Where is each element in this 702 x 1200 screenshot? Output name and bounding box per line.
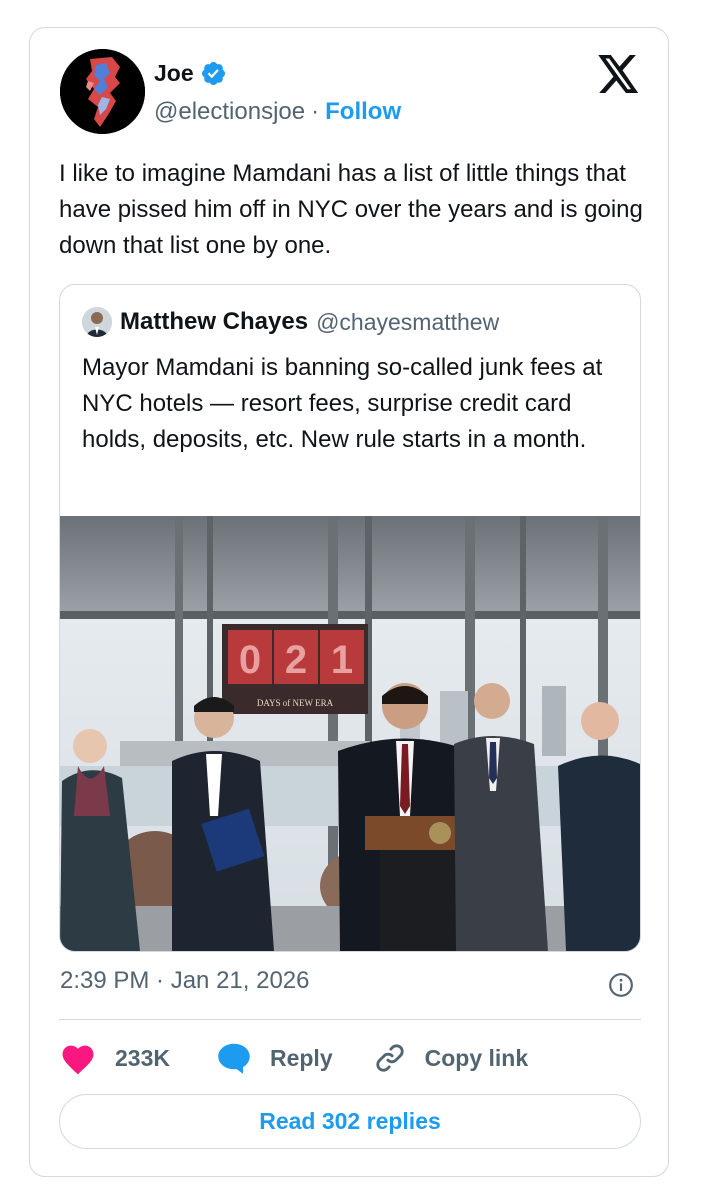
sign-digit: 0: [239, 638, 261, 682]
sign-digit: 2: [285, 638, 307, 682]
embedded-tweet-card: Joe @electionsjoe · Follow I like to ima…: [29, 27, 669, 1177]
action-bar: 233K Reply Copy link: [59, 1038, 528, 1078]
like-count: 233K: [115, 1044, 170, 1071]
tweet-text: I like to imagine Mamdani has a list of …: [59, 160, 643, 259]
sign-digit: 1: [331, 638, 353, 682]
speech-bubble-icon: [218, 1043, 250, 1074]
follow-button[interactable]: Follow: [325, 98, 401, 126]
quoted-tweet-text: Mayor Mamdani is banning so-called junk …: [82, 354, 603, 453]
quoted-author-name[interactable]: Matthew Chayes: [120, 308, 308, 336]
like-button[interactable]: 233K: [59, 1041, 170, 1075]
quoted-author-handle[interactable]: @chayesmatthew: [316, 309, 499, 336]
author-info: Joe @electionsjoe · Follow: [154, 58, 401, 126]
author-avatar[interactable]: [60, 49, 145, 134]
copy-link-label: Copy link: [424, 1044, 529, 1071]
press-conference-photo[interactable]: 0 2 1 DAYS of NEW ERA: [60, 516, 640, 951]
reply-label: Reply: [269, 1044, 333, 1071]
separator-dot: ·: [311, 98, 320, 125]
read-replies-button[interactable]: Read 302 replies: [59, 1094, 641, 1149]
verified-badge-icon: [201, 61, 225, 85]
author-name[interactable]: Joe: [154, 60, 194, 87]
reply-button[interactable]: Reply: [216, 1041, 333, 1075]
quoted-author-avatar[interactable]: [82, 307, 112, 337]
author-handle[interactable]: @electionsjoe: [154, 98, 305, 126]
link-icon: [376, 1044, 404, 1072]
info-icon[interactable]: [608, 972, 634, 998]
sign-caption: DAYS of NEW ERA: [257, 698, 334, 708]
copy-link-button[interactable]: Copy link: [373, 1041, 529, 1075]
heart-icon: [62, 1045, 94, 1075]
tweet-timestamp[interactable]: 2:39 PM · Jan 21, 2026: [60, 967, 310, 995]
x-logo-icon[interactable]: [598, 55, 640, 93]
quoted-tweet[interactable]: Matthew Chayes @chayesmatthew Mayor Mamd…: [59, 284, 641, 952]
divider: [59, 1019, 641, 1020]
